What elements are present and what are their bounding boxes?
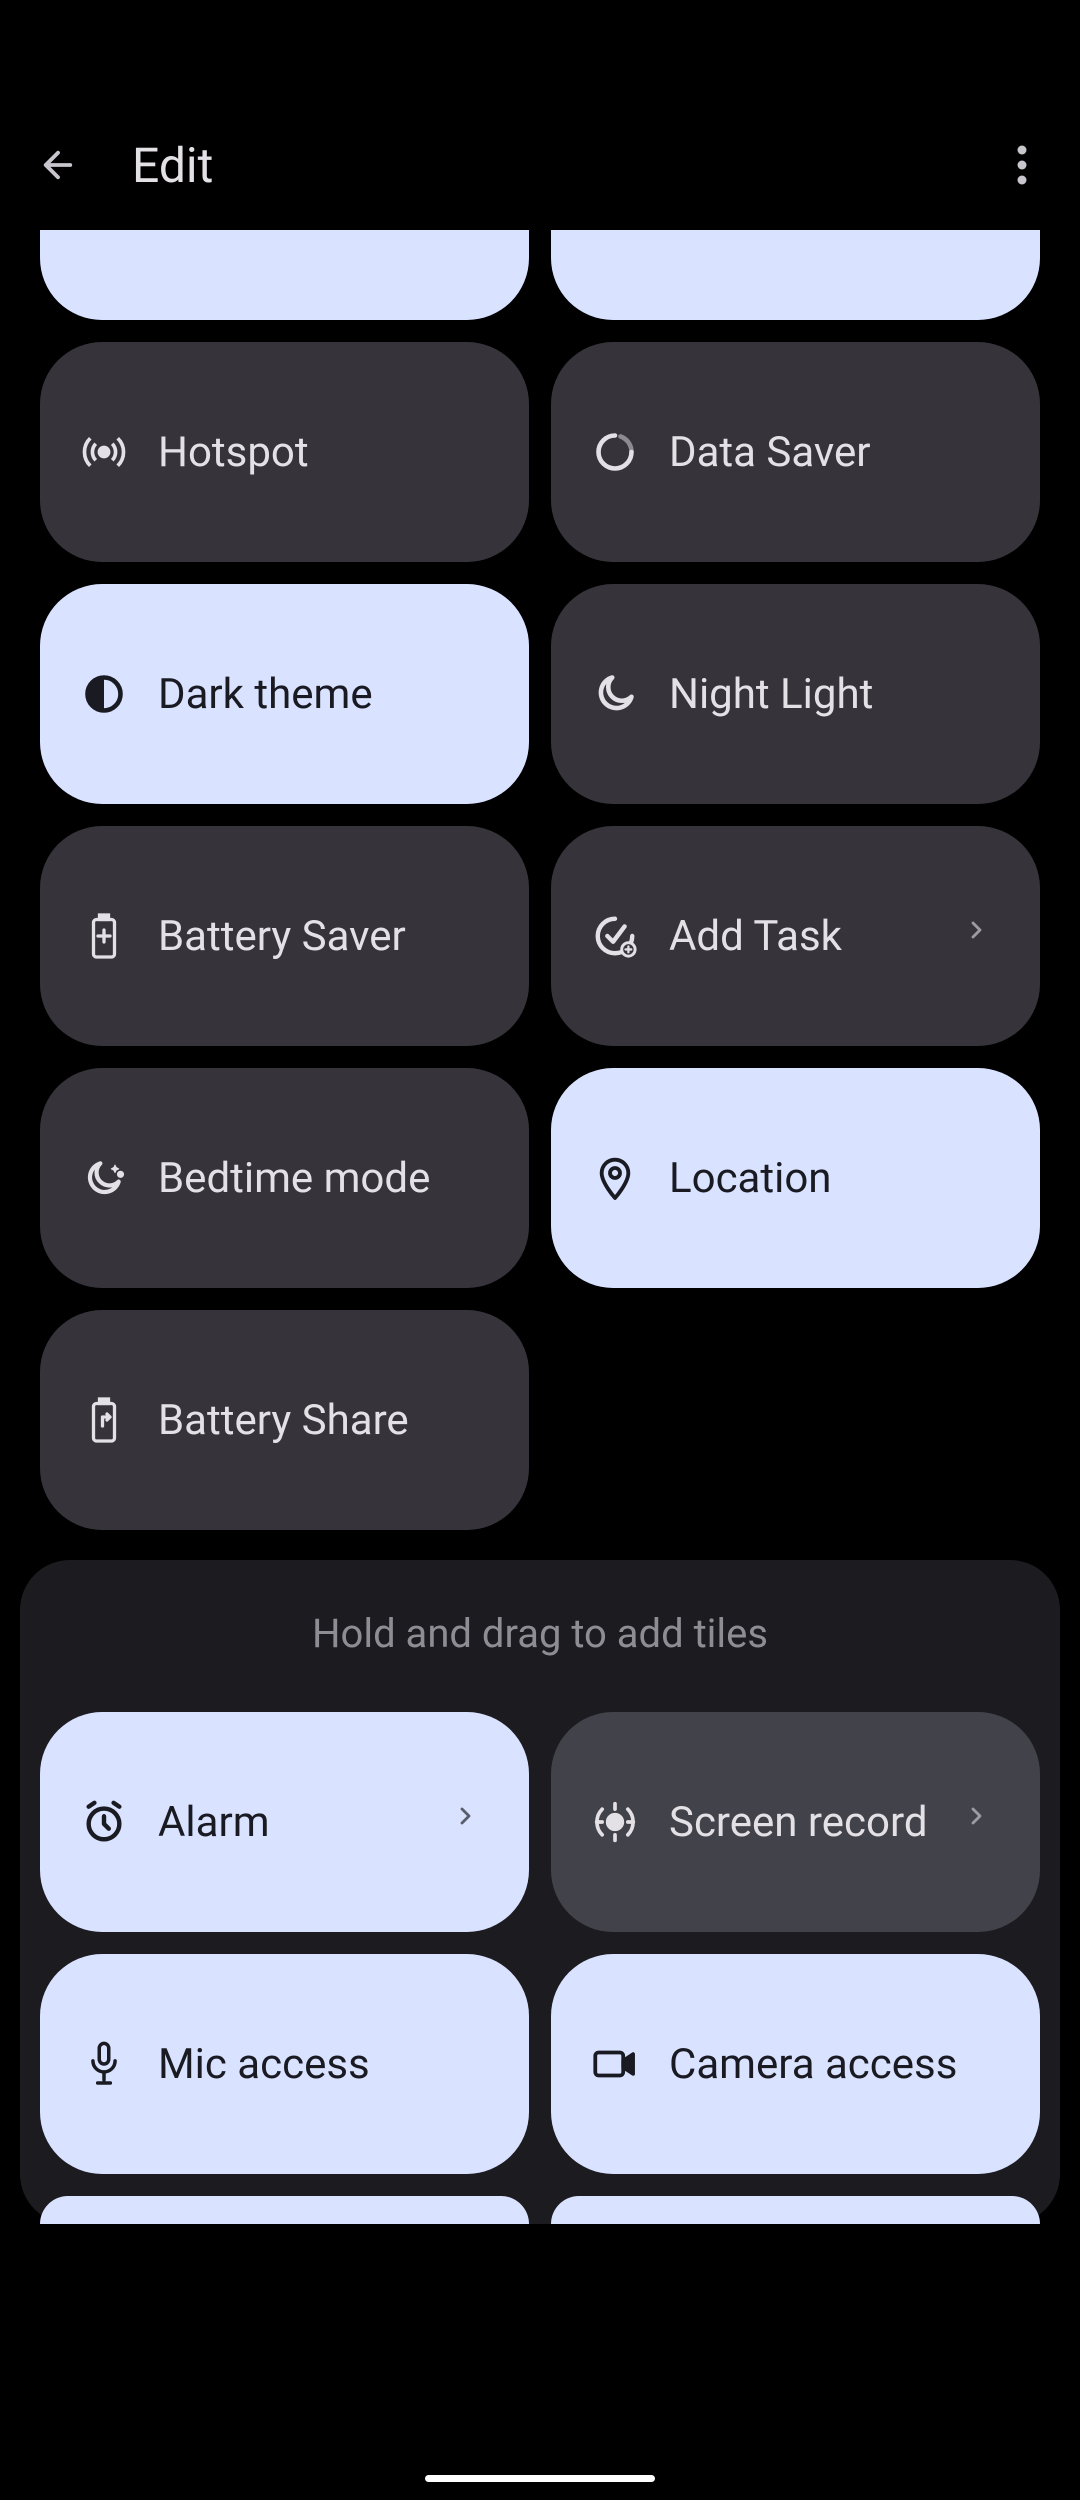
back-button[interactable] (34, 141, 82, 189)
tile-label: Battery Saver (158, 912, 489, 961)
active-tiles-area: Hotspot Data Saver Dark theme Night Ligh… (0, 230, 1080, 1530)
tile-label: Battery Share (158, 1396, 489, 1445)
more-options-button[interactable] (998, 141, 1046, 189)
add-task-icon (591, 912, 639, 960)
night-light-icon (591, 670, 639, 718)
tile-bedtime-mode[interactable]: Bedtime mode (40, 1068, 529, 1288)
chevron-right-icon (453, 1804, 489, 1840)
tile-dark-theme[interactable]: Dark theme (40, 584, 529, 804)
tile-battery-share[interactable]: Battery Share (40, 1310, 529, 1530)
dark-theme-icon (80, 670, 128, 718)
location-icon (591, 1154, 639, 1202)
tile-label: Alarm (158, 1798, 423, 1847)
tile-partial-bottom-right[interactable] (551, 2196, 1040, 2224)
tile-label: Location (669, 1154, 1000, 1203)
tile-partial-top-left[interactable] (40, 230, 529, 320)
tile-hotspot[interactable]: Hotspot (40, 342, 529, 562)
tile-label: Camera access (669, 2040, 1000, 2089)
tile-battery-saver[interactable]: Battery Saver (40, 826, 529, 1046)
tile-label: Mic access (158, 2040, 489, 2089)
tile-night-light[interactable]: Night Light (551, 584, 1040, 804)
tile-label: Data Saver (669, 428, 1000, 477)
chevron-right-icon (964, 918, 1000, 954)
tile-alarm[interactable]: Alarm (40, 1712, 529, 1932)
tile-label: Add Task (669, 912, 934, 961)
header: Edit (0, 100, 1080, 230)
tile-label: Screen record (669, 1798, 934, 1847)
tile-data-saver[interactable]: Data Saver (551, 342, 1040, 562)
drag-hint-label: Hold and drag to add tiles (40, 1610, 1040, 1657)
tile-label: Hotspot (158, 428, 489, 477)
battery-saver-icon (80, 912, 128, 960)
tile-location[interactable]: Location (551, 1068, 1040, 1288)
tile-partial-top-right[interactable] (551, 230, 1040, 320)
more-vert-icon (1017, 145, 1027, 185)
gesture-nav-bar[interactable] (425, 2475, 655, 2482)
tile-partial-bottom-left[interactable] (40, 2196, 529, 2224)
data-saver-icon (591, 428, 639, 476)
tile-camera-access[interactable]: Camera access (551, 1954, 1040, 2174)
tile-mic-access[interactable]: Mic access (40, 1954, 529, 2174)
chevron-right-icon (964, 1804, 1000, 1840)
screen-record-icon (591, 1798, 639, 1846)
tile-label: Bedtime mode (158, 1154, 489, 1203)
tile-screen-record[interactable]: Screen record (551, 1712, 1040, 1932)
battery-share-icon (80, 1396, 128, 1444)
arrow-back-icon (37, 144, 79, 186)
bedtime-icon (80, 1154, 128, 1202)
tile-add-task[interactable]: Add Task (551, 826, 1040, 1046)
tile-label: Night Light (669, 670, 1000, 719)
tile-label: Dark theme (158, 670, 489, 719)
page-title: Edit (132, 137, 998, 194)
available-tiles-panel: Hold and drag to add tiles Alarm Screen … (20, 1560, 1060, 2224)
camera-icon (591, 2040, 639, 2088)
hotspot-icon (80, 428, 128, 476)
mic-icon (80, 2040, 128, 2088)
alarm-icon (80, 1798, 128, 1846)
